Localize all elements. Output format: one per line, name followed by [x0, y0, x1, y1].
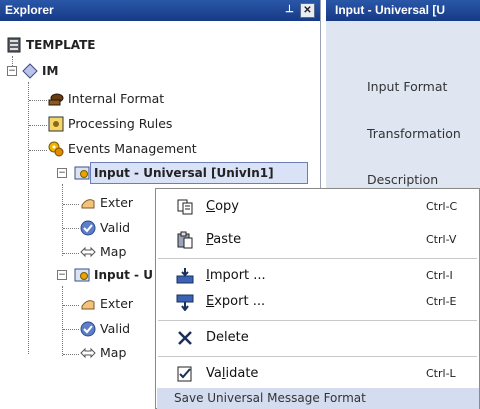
- input-format-icon: [74, 268, 90, 282]
- tree-label-external: Exter: [100, 195, 134, 210]
- menu-label-import: Import ...: [206, 268, 266, 283]
- menu-label-paste: Paste: [206, 232, 242, 247]
- collapse-icon[interactable]: −: [57, 270, 67, 280]
- tree-item-mapping[interactable]: Map: [0, 343, 160, 363]
- tree-item-template[interactable]: TEMPLATE: [0, 35, 200, 55]
- menu-item-validate[interactable]: Validate Ctrl-L: [156, 359, 479, 389]
- menu-item-copy[interactable]: Copy Ctrl-C: [156, 192, 479, 222]
- input-format-label: Input Format: [367, 79, 448, 94]
- tree-label-template: TEMPLATE: [26, 38, 96, 52]
- transformation-label: Transformation: [367, 126, 461, 141]
- tree-item-mapping[interactable]: Map: [0, 242, 160, 262]
- diamond-icon: [22, 63, 38, 79]
- menu-label-validate: Validate: [206, 366, 259, 381]
- tree-item-input-second[interactable]: − Input - U: [0, 265, 160, 285]
- editor-title: Input - Universal [U: [326, 0, 480, 21]
- close-icon[interactable]: ✕: [300, 3, 315, 18]
- menu-shortcut-paste: Ctrl-V: [426, 233, 457, 246]
- tree-item-external[interactable]: Exter: [0, 294, 160, 314]
- tree-label-input-universal: Input - Universal [UnivIn1]: [94, 166, 274, 180]
- explorer-title-bar: Explorer ⊥ ✕: [0, 0, 320, 21]
- checkmark-icon: [80, 220, 96, 236]
- export-icon: [176, 294, 194, 311]
- processing-rules-icon: [48, 116, 64, 132]
- menu-item-export[interactable]: Export ... Ctrl-E: [156, 287, 479, 317]
- input-format-icon: [74, 166, 90, 180]
- checkmark-icon: [80, 321, 96, 337]
- delete-icon: [178, 331, 192, 345]
- tree-item-input-universal[interactable]: − Input - Universal [UnivIn1]: [0, 163, 310, 183]
- tree-label-im: IM: [42, 64, 59, 78]
- tree-label-processing-rules: Processing Rules: [68, 116, 173, 131]
- tree-item-validation[interactable]: Valid: [0, 319, 160, 339]
- mapping-arrows-icon: [80, 246, 96, 258]
- mapping-arrows-icon: [80, 347, 96, 359]
- menu-separator: [158, 258, 477, 259]
- menu-label-export: Export ...: [206, 294, 266, 309]
- context-menu: Copy Ctrl-C Paste Ctrl-V Import ... Ctrl…: [155, 188, 480, 409]
- validate-icon: [177, 366, 192, 382]
- external-icon: [81, 300, 95, 310]
- menu-separator: [158, 320, 477, 321]
- menu-shortcut-export: Ctrl-E: [426, 295, 457, 308]
- tree-item-processing-rules[interactable]: Processing Rules: [0, 114, 250, 134]
- menu-label-save-universal-message-format: Save Universal Message Format: [174, 391, 366, 405]
- tree-label-events-management: Events Management: [68, 141, 197, 156]
- gears-icon: [48, 141, 64, 157]
- tree-item-external[interactable]: Exter: [0, 193, 160, 213]
- menu-label-copy: Copy: [206, 199, 239, 214]
- tree-item-events-management[interactable]: Events Management: [0, 139, 270, 159]
- tree-label-mapping: Map: [100, 345, 127, 360]
- menu-shortcut-copy: Ctrl-C: [426, 200, 458, 213]
- explorer-title: Explorer: [5, 3, 54, 17]
- collapse-icon[interactable]: −: [7, 66, 17, 76]
- import-icon: [176, 268, 194, 284]
- menu-label-delete: Delete: [206, 330, 249, 345]
- menu-item-paste[interactable]: Paste Ctrl-V: [156, 225, 479, 255]
- external-icon: [81, 199, 95, 209]
- description-label: Description: [367, 172, 439, 187]
- menu-item-delete[interactable]: Delete: [156, 323, 479, 353]
- tree-label-input-second: Input - U: [94, 268, 153, 282]
- menu-separator: [158, 356, 477, 357]
- tree-item-validation[interactable]: Valid: [0, 218, 160, 238]
- menu-shortcut-validate: Ctrl-L: [426, 367, 456, 380]
- database-icon: [7, 37, 21, 53]
- collapse-icon[interactable]: −: [57, 168, 67, 178]
- tree-label-validation: Valid: [100, 321, 131, 336]
- tree-label-external: Exter: [100, 296, 134, 311]
- copy-icon: [177, 199, 193, 215]
- internal-format-icon: [48, 93, 64, 106]
- tree-label-mapping: Map: [100, 244, 127, 259]
- pin-icon[interactable]: ⊥: [282, 3, 297, 18]
- tree-label-validation: Valid: [100, 220, 131, 235]
- paste-icon: [177, 231, 193, 249]
- tree-label-internal-format: Internal Format: [68, 91, 165, 106]
- tree-item-internal-format[interactable]: Internal Format: [0, 89, 250, 109]
- menu-shortcut-import: Ctrl-I: [426, 269, 453, 282]
- tree-item-im[interactable]: − IM: [0, 61, 200, 81]
